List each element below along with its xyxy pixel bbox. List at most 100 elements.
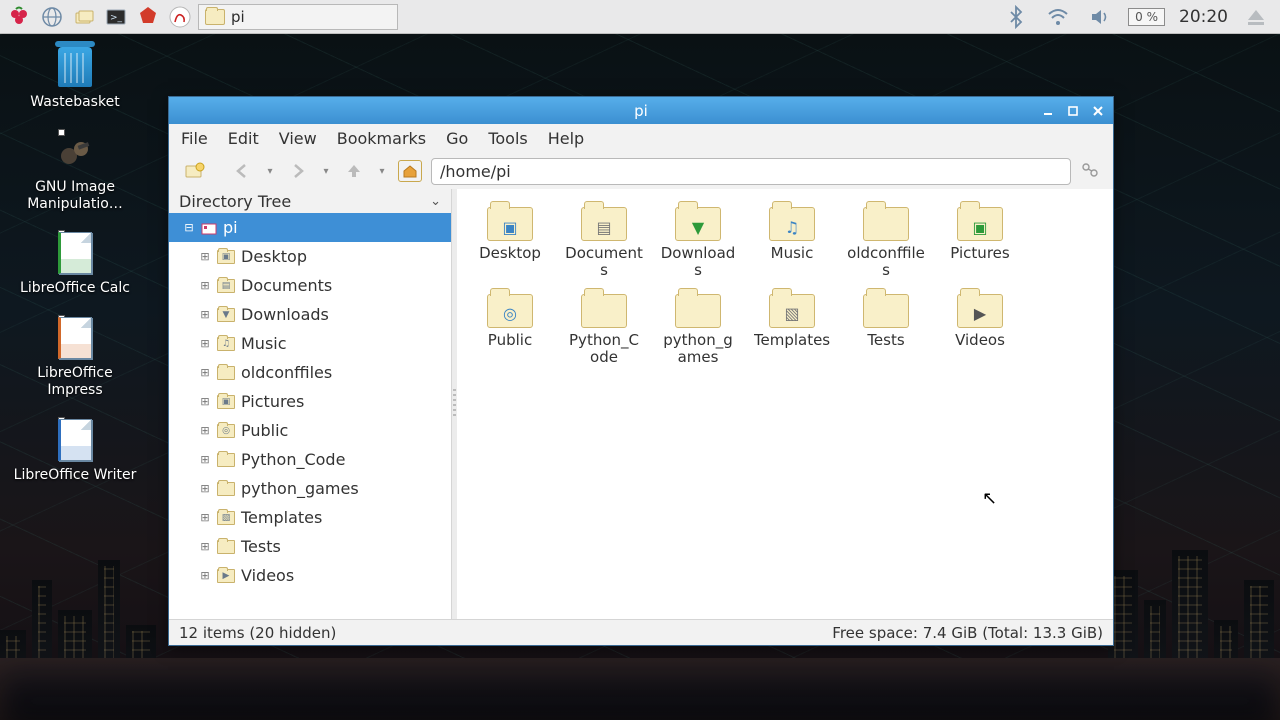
back-history-dropdown[interactable]: ▾ xyxy=(263,166,277,177)
tree-item-label: Pictures xyxy=(241,392,304,411)
back-button[interactable] xyxy=(227,157,257,185)
tree-item-label: Tests xyxy=(241,537,281,556)
tree-item-videos[interactable]: ⊞▶Videos xyxy=(169,561,451,590)
tree-item-public[interactable]: ⊞ ◎ Public xyxy=(169,416,451,445)
folder-item-python_games[interactable]: python_games xyxy=(659,286,737,367)
clock[interactable]: 20:20 xyxy=(1179,7,1228,27)
up-button[interactable] xyxy=(339,157,369,185)
close-button[interactable] xyxy=(1087,101,1109,120)
menu-edit[interactable]: Edit xyxy=(228,129,259,148)
folder-item-templates[interactable]: ▧Templates xyxy=(753,286,831,367)
desktop-icon-wastebasket[interactable]: Wastebasket xyxy=(10,44,140,111)
mathematica-icon[interactable] xyxy=(134,3,162,31)
tree-item-pictures[interactable]: ⊞▣Pictures xyxy=(169,387,451,416)
expand-icon[interactable]: ⊞ xyxy=(199,511,211,524)
wolfram-icon[interactable] xyxy=(166,3,194,31)
tree-item-label: Templates xyxy=(241,508,322,527)
icon-view[interactable]: ▣Desktop▤Documents▼Downloads♫Music oldcon… xyxy=(457,189,1113,619)
tree-item-label: Public xyxy=(241,421,288,440)
menu-file[interactable]: File xyxy=(181,129,208,148)
home-button[interactable] xyxy=(395,157,425,185)
tree-item-music[interactable]: ⊞♫Music xyxy=(169,329,451,358)
svg-text:>_: >_ xyxy=(110,13,123,23)
menu-tools[interactable]: Tools xyxy=(488,129,527,148)
cpu-usage[interactable]: 0 % xyxy=(1128,8,1165,26)
forward-button[interactable] xyxy=(283,157,313,185)
folder-item-label: python_games xyxy=(659,332,737,367)
expand-icon[interactable]: ⊞ xyxy=(199,395,211,408)
status-free-space: Free space: 7.4 GiB (Total: 13.3 GiB) xyxy=(832,624,1103,642)
tree-item-desktop[interactable]: ⊞▣Desktop xyxy=(169,242,451,271)
taskbar-window-button[interactable]: pi xyxy=(198,4,398,30)
path-input[interactable] xyxy=(431,158,1071,185)
expand-icon[interactable]: ⊞ xyxy=(199,482,211,495)
wifi-icon[interactable] xyxy=(1044,3,1072,31)
directory-tree: ⊟pi⊞▣Desktop⊞▤Documents⊞▼Downloads⊞♫Musi… xyxy=(169,213,451,619)
file-manager-icon[interactable] xyxy=(70,3,98,31)
folder-item-documents[interactable]: ▤Documents xyxy=(565,199,643,280)
desktop-icon-lo-impress[interactable]: LibreOffice Impress xyxy=(10,315,140,399)
expand-icon[interactable]: ⊞ xyxy=(199,308,211,321)
maximize-button[interactable] xyxy=(1062,101,1084,120)
tree-item-oldconffiles[interactable]: ⊞oldconffiles xyxy=(169,358,451,387)
terminal-icon[interactable]: >_ xyxy=(102,3,130,31)
minimize-button[interactable] xyxy=(1037,101,1059,120)
tree-item-python_code[interactable]: ⊞Python_Code xyxy=(169,445,451,474)
desktop-icon-gimp[interactable]: GNU Image Manipulatio… xyxy=(10,129,140,213)
statusbar: 12 items (20 hidden) Free space: 7.4 GiB… xyxy=(169,619,1113,645)
tree-item-label: pi xyxy=(223,218,238,237)
volume-icon[interactable] xyxy=(1086,3,1114,31)
eject-icon[interactable] xyxy=(1242,3,1270,31)
pane-splitter[interactable] xyxy=(452,189,457,619)
new-tab-button[interactable] xyxy=(179,157,209,185)
menu-go[interactable]: Go xyxy=(446,129,468,148)
expand-icon[interactable]: ⊞ xyxy=(199,424,211,437)
start-menu-icon[interactable] xyxy=(6,3,34,31)
folder-item-public[interactable]: ◎Public xyxy=(471,286,549,367)
folder-icon: ▣ xyxy=(217,250,235,264)
desktop-icon-label: Wastebasket xyxy=(30,94,119,111)
titlebar[interactable]: pi xyxy=(169,97,1113,124)
window-title: pi xyxy=(634,102,648,120)
menu-bookmarks[interactable]: Bookmarks xyxy=(337,129,426,148)
expand-icon[interactable]: ⊞ xyxy=(199,569,211,582)
tree-item-pi[interactable]: ⊟ pi xyxy=(169,213,451,242)
tree-item-documents[interactable]: ⊞▤Documents xyxy=(169,271,451,300)
directory-tree-header[interactable]: Directory Tree ⌄ xyxy=(169,189,451,213)
desktop-icon-lo-calc[interactable]: LibreOffice Calc xyxy=(10,230,140,297)
folder-icon: ▶ xyxy=(957,294,1003,328)
tree-item-python_games[interactable]: ⊞python_games xyxy=(169,474,451,503)
expand-icon[interactable]: ⊞ xyxy=(199,250,211,263)
folder-icon: ◎ xyxy=(217,424,235,438)
folder-item-label: oldconffiles xyxy=(847,245,925,280)
bluetooth-icon[interactable] xyxy=(1002,3,1030,31)
menu-view[interactable]: View xyxy=(279,129,317,148)
folder-item-python_code[interactable]: Python_Code xyxy=(565,286,643,367)
folder-item-music[interactable]: ♫Music xyxy=(753,199,831,280)
desktop-icon-lo-writer[interactable]: LibreOffice Writer xyxy=(10,417,140,484)
tree-item-label: Music xyxy=(241,334,287,353)
tree-item-label: Downloads xyxy=(241,305,329,324)
expand-icon[interactable]: ⊞ xyxy=(199,279,211,292)
expand-icon[interactable]: ⊞ xyxy=(199,366,211,379)
up-history-dropdown[interactable]: ▾ xyxy=(375,166,389,177)
tree-item-downloads[interactable]: ⊞▼Downloads xyxy=(169,300,451,329)
tree-item-tests[interactable]: ⊞ Tests xyxy=(169,532,451,561)
menu-help[interactable]: Help xyxy=(548,129,584,148)
forward-history-dropdown[interactable]: ▾ xyxy=(319,166,333,177)
folder-item-videos[interactable]: ▶Videos xyxy=(941,286,1019,367)
folder-item-pictures[interactable]: ▣Pictures xyxy=(941,199,1019,280)
expand-icon[interactable]: ⊞ xyxy=(199,540,211,553)
collapse-icon[interactable]: ⊟ xyxy=(183,221,195,234)
folder-item-tests[interactable]: Tests xyxy=(847,286,925,367)
tree-item-templates[interactable]: ⊞▧Templates xyxy=(169,503,451,532)
path-actions-button[interactable] xyxy=(1077,157,1103,185)
folder-item-label: Pictures xyxy=(950,245,1009,262)
web-browser-icon[interactable] xyxy=(38,3,66,31)
home-folder-icon xyxy=(201,221,217,235)
folder-item-downloads[interactable]: ▼Downloads xyxy=(659,199,737,280)
expand-icon[interactable]: ⊞ xyxy=(199,337,211,350)
expand-icon[interactable]: ⊞ xyxy=(199,453,211,466)
folder-item-oldconffiles[interactable]: oldconffiles xyxy=(847,199,925,280)
folder-item-desktop[interactable]: ▣Desktop xyxy=(471,199,549,280)
